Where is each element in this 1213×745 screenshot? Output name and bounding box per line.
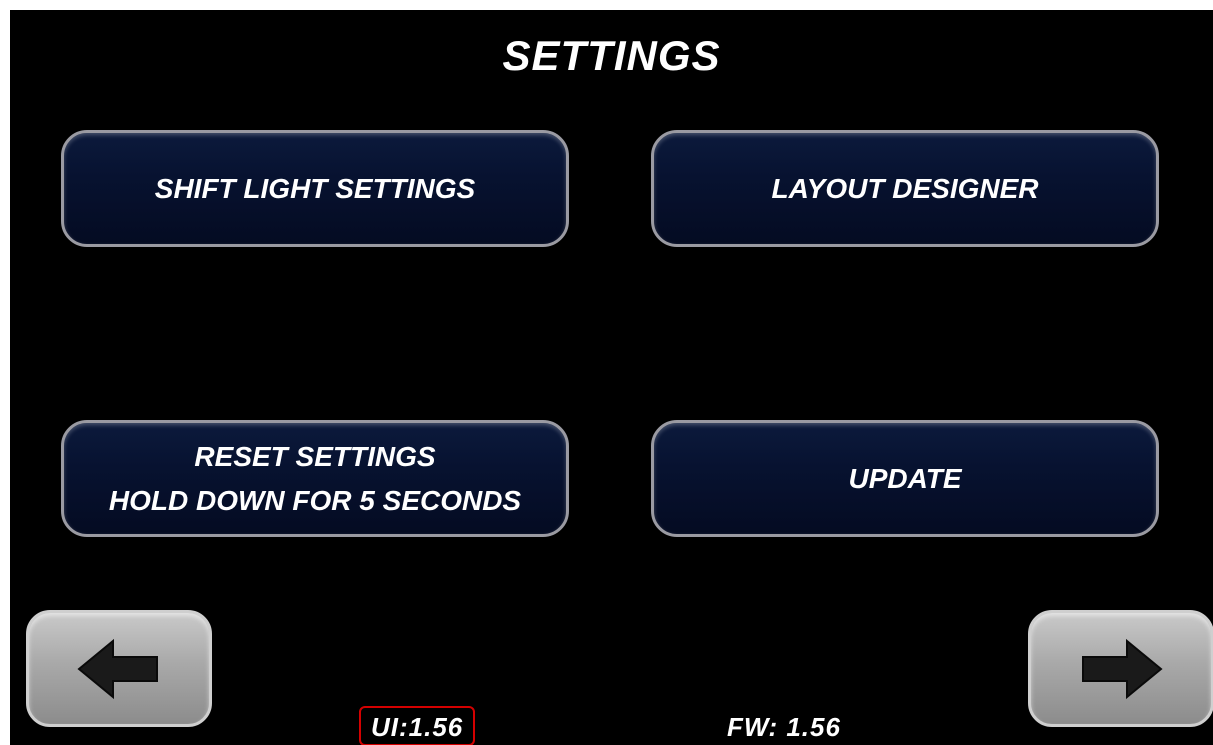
layout-designer-button[interactable]: LAYOUT DESIGNER (651, 130, 1159, 247)
left-arrow-icon (77, 638, 158, 699)
update-label: UPDATE (848, 462, 962, 494)
back-button[interactable] (26, 610, 212, 727)
firmware-version-label: FW: 1.56 (727, 712, 841, 742)
next-button[interactable] (1028, 610, 1213, 727)
shift-light-settings-button[interactable]: SHIFT LIGHT SETTINGS (61, 130, 569, 247)
reset-settings-hint: HOLD DOWN FOR 5 SECONDS (108, 484, 522, 516)
page-title: SETTINGS (502, 32, 721, 79)
ui-version-label: UI:1.56 (359, 706, 476, 745)
update-button[interactable]: UPDATE (651, 420, 1159, 537)
reset-settings-button[interactable]: RESET SETTINGS HOLD DOWN FOR 5 SECONDS (61, 420, 569, 537)
settings-screen: SETTINGS SHIFT LIGHT SETTINGS LAYOUT DES… (10, 10, 1213, 745)
shift-light-settings-label: SHIFT LIGHT SETTINGS (154, 172, 476, 204)
layout-designer-label: LAYOUT DESIGNER (771, 172, 1039, 204)
reset-settings-label: RESET SETTINGS (194, 440, 436, 472)
right-arrow-icon (1082, 638, 1163, 699)
